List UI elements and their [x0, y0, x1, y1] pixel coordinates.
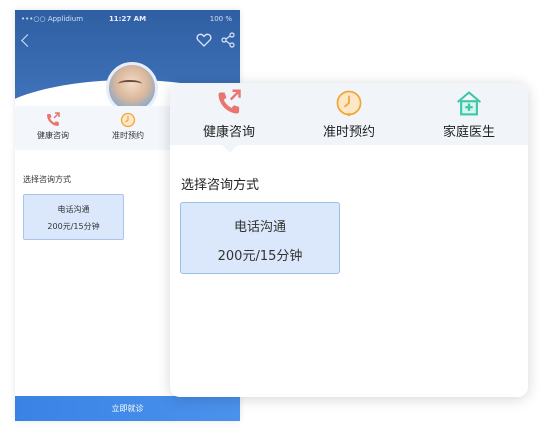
- consult-now-button[interactable]: 立即就诊: [15, 396, 240, 421]
- status-time: 11:27 AM: [108, 15, 147, 23]
- tab-bar: 健康咨询 准时预约 家庭医生: [170, 83, 528, 145]
- option-price: 200元/15分钟: [47, 222, 100, 231]
- section-title: 选择咨询方式: [181, 178, 260, 193]
- clock-icon: [120, 112, 136, 128]
- option-price: 200元/15分钟: [217, 249, 303, 264]
- phone-call-icon: [218, 89, 241, 114]
- house-plus-icon: [456, 91, 482, 116]
- tab-appointment[interactable]: 准时预约: [294, 89, 404, 140]
- phone-consult-option[interactable]: 电话沟通 200元/15分钟: [180, 202, 340, 274]
- tab-family-doctor[interactable]: 家庭医生: [414, 89, 524, 140]
- tab-health-consult[interactable]: 健康咨询: [18, 112, 88, 141]
- tab-label: 准时预约: [322, 125, 375, 140]
- option-title: 电话沟通: [233, 220, 286, 235]
- tab-label: 准时预约: [112, 131, 144, 140]
- tab-health-consult[interactable]: 健康咨询: [174, 89, 284, 140]
- tab-label: 健康咨询: [37, 131, 69, 140]
- consult-card-zoomed: 健康咨询 准时预约 家庭医生 选择咨询方式 电话沟通 200元/15分钟: [170, 83, 528, 397]
- battery-label: 100 %: [209, 15, 232, 23]
- tab-appointment[interactable]: 准时预约: [93, 112, 163, 141]
- tab-label: 家庭医生: [442, 125, 495, 140]
- glasses-decoration: [118, 80, 142, 88]
- status-bar: •••○○ Applidium 11:27 AM 100 %: [15, 10, 240, 28]
- active-tab-pointer: [222, 145, 238, 153]
- share-icon[interactable]: [221, 32, 235, 48]
- tab-label: 健康咨询: [202, 125, 255, 140]
- nav-bar: [15, 32, 240, 52]
- chevron-left-icon[interactable]: [21, 34, 34, 47]
- heart-icon[interactable]: [196, 32, 212, 48]
- clock-icon: [336, 90, 362, 117]
- option-title: 电话沟通: [57, 205, 90, 214]
- phone-consult-option[interactable]: 电话沟通 200元/15分钟: [23, 194, 124, 240]
- section-title: 选择咨询方式: [23, 175, 71, 184]
- phone-call-icon: [47, 112, 60, 126]
